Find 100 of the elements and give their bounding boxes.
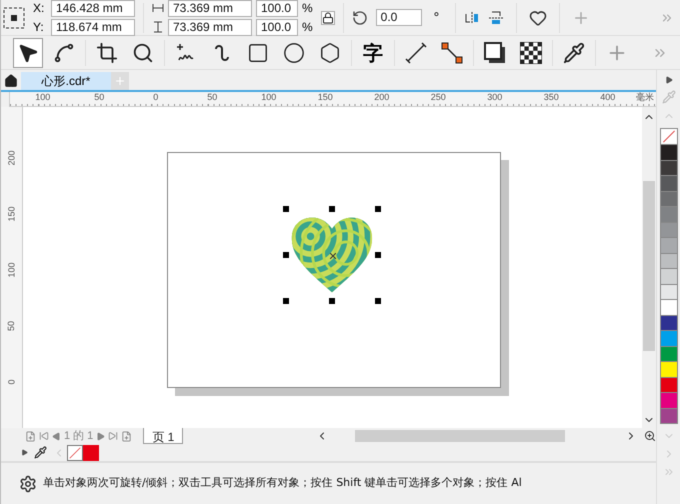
selection-handle[interactable]: [329, 298, 335, 304]
width-field[interactable]: 73.369 mm: [168, 0, 252, 16]
document-tab[interactable]: 心形.cdr*: [21, 72, 111, 90]
color-swatch[interactable]: [660, 361, 676, 376]
no-fill-swatch[interactable]: [67, 444, 83, 460]
dimension-line-icon: [405, 42, 427, 64]
height-field[interactable]: 73.369 mm: [168, 18, 252, 36]
previous-page-icon[interactable]: [52, 432, 61, 440]
degree-label: °: [434, 8, 440, 27]
color-swatch[interactable]: [660, 346, 676, 361]
page-of-label: 的: [73, 428, 84, 444]
selection-handle[interactable]: [375, 252, 381, 258]
color-swatch[interactable]: [660, 392, 676, 408]
color-swatch[interactable]: [660, 144, 676, 160]
ruler-label: 150: [316, 92, 334, 103]
height-arrows-icon: [152, 21, 164, 33]
x-field[interactable]: 146.428 mm: [51, 0, 135, 16]
connector-icon: [441, 42, 463, 64]
scale-field[interactable]: 100.0: [256, 18, 298, 36]
expand-icon[interactable]: [664, 76, 672, 84]
ruler-label: 150: [6, 206, 16, 222]
ruler-unit: 毫米: [636, 92, 654, 103]
ruler-label: 100: [34, 92, 52, 103]
color-swatch[interactable]: [660, 408, 676, 423]
drop-shadow-icon: [484, 42, 506, 64]
color-swatch[interactable]: [660, 268, 676, 284]
x-label: X:: [33, 0, 46, 17]
color-swatch[interactable]: [660, 160, 676, 175]
percent-label: %: [302, 0, 313, 17]
color-swatch[interactable]: [660, 237, 676, 252]
node-edit-icon: [53, 42, 75, 64]
color-swatch[interactable]: [660, 330, 676, 346]
selection-handle[interactable]: [375, 206, 381, 212]
percent-label: %: [302, 19, 313, 36]
status-text: 单击对象两次可旋转/倾斜；双击工具可选择所有对象；按住 Shift 键单击可选择多个对象；按住 Al: [43, 475, 522, 492]
ruler-label: 0: [152, 92, 160, 103]
page-tab[interactable]: 页 1: [143, 428, 184, 444]
color-swatch[interactable]: [660, 376, 676, 392]
ruler-label: 200: [373, 92, 390, 103]
no-color-swatch[interactable]: [660, 129, 676, 144]
zoom-icon: [132, 42, 154, 64]
ruler-label: 400: [599, 92, 616, 103]
ruler-label: 100: [6, 262, 16, 278]
selection-handle[interactable]: [283, 252, 289, 258]
ruler-label: 250: [430, 92, 447, 103]
horizontal-scroll-thumb[interactable]: [355, 430, 566, 442]
settings-icon[interactable]: [19, 474, 37, 492]
mirror-horizontal-icon[interactable]: [464, 10, 480, 26]
color-swatch[interactable]: [660, 314, 676, 330]
plus-icon: [114, 75, 126, 87]
page-total: 1: [87, 428, 94, 444]
text-tool-button[interactable]: 字: [358, 38, 388, 68]
zoom-icon[interactable]: [644, 430, 656, 442]
scroll-thumb[interactable]: [643, 181, 655, 351]
anchor-grid-icon[interactable]: [3, 6, 25, 28]
ruler-label: 0: [6, 380, 16, 384]
y-label: Y:: [33, 19, 45, 36]
rectangle-icon: [247, 42, 269, 64]
first-page-icon[interactable]: [39, 431, 49, 441]
polygon-icon: [319, 42, 341, 64]
mirror-vertical-icon[interactable]: [488, 10, 504, 26]
y-field[interactable]: 118.674 mm: [51, 18, 135, 36]
crop-icon: [96, 42, 118, 64]
width-arrows-icon: [152, 4, 164, 12]
home-icon: [4, 74, 18, 88]
ruler-label: 50: [206, 92, 218, 103]
eyedropper-icon[interactable]: [34, 446, 47, 459]
rotate-icon: [352, 10, 368, 26]
last-page-icon[interactable]: [108, 431, 118, 441]
center-mark-icon: [330, 253, 336, 259]
color-swatch[interactable]: [660, 299, 676, 314]
add-page-icon[interactable]: [121, 430, 132, 442]
tool-button[interactable]: [13, 38, 43, 68]
color-swatch[interactable]: [660, 206, 676, 222]
next-page-icon[interactable]: [96, 432, 106, 440]
ruler-label: 300: [486, 92, 504, 103]
pointer-icon: [17, 42, 39, 64]
color-swatch[interactable]: [660, 222, 676, 237]
ruler-label: 100: [260, 92, 278, 103]
color-swatch[interactable]: [660, 175, 676, 190]
selection-handle[interactable]: [283, 206, 289, 212]
color-swatch[interactable]: [660, 190, 676, 206]
page-number: 1: [64, 428, 70, 444]
heart-outline-icon[interactable]: [529, 8, 548, 26]
rotation-field[interactable]: 0.0: [376, 9, 422, 26]
selection-handle[interactable]: [375, 298, 381, 304]
outline-swatch[interactable]: [83, 444, 99, 460]
lock-icon[interactable]: [320, 10, 335, 24]
color-swatch[interactable]: [660, 284, 676, 299]
add-page-icon[interactable]: [25, 430, 36, 442]
expand-icon[interactable]: [21, 449, 28, 456]
ruler-label: 50: [6, 321, 16, 331]
scale-field[interactable]: 100.0: [256, 0, 298, 16]
ruler-label: 200: [6, 150, 16, 166]
color-swatch[interactable]: [660, 252, 676, 268]
selection-handle[interactable]: [329, 206, 335, 212]
selection-handle[interactable]: [283, 298, 289, 304]
eyedropper-icon: [563, 42, 585, 64]
ruler-label: 50: [93, 92, 106, 103]
checkerboard-icon: [520, 42, 542, 64]
